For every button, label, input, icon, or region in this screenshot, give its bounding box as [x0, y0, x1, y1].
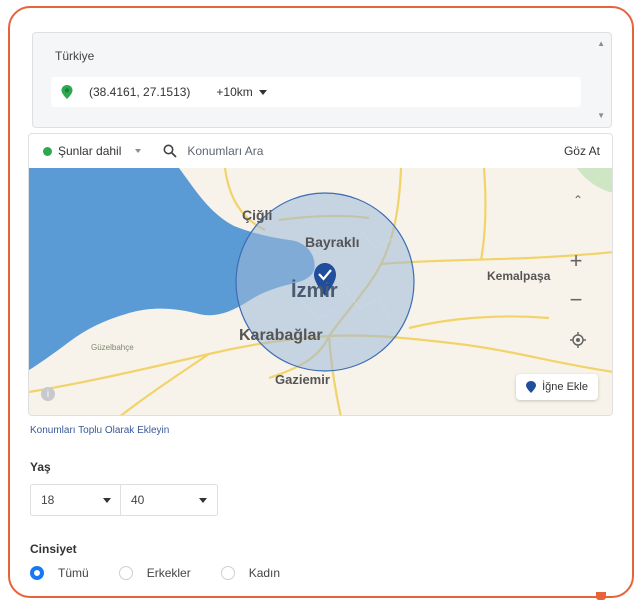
location-pin-icon: [61, 85, 73, 99]
scroll-down-icon[interactable]: ▼: [597, 111, 605, 120]
gender-radio-all[interactable]: [30, 566, 44, 580]
place-label: İzmir: [291, 280, 338, 302]
search-icon: [163, 144, 178, 158]
gender-radio-women[interactable]: [220, 566, 235, 580]
country-label: Türkiye: [55, 49, 95, 63]
location-coordinates: (38.4161, 27.1513): [89, 85, 191, 99]
gender-radio-men[interactable]: [118, 566, 133, 580]
my-location-button[interactable]: [564, 326, 592, 354]
zoom-in-button[interactable]: +: [562, 247, 590, 275]
age-min-dropdown[interactable]: 18: [30, 484, 121, 516]
age-section-title: Yaş: [30, 460, 51, 474]
zoom-out-button[interactable]: −: [562, 286, 590, 314]
gender-section-title: Cinsiyet: [30, 542, 77, 556]
gender-radio-group: Tümü Erkekler Kadın: [30, 566, 310, 580]
scroll-up-icon[interactable]: ▲: [597, 39, 605, 48]
gender-option-label: Erkekler: [146, 566, 191, 580]
map-panel[interactable]: Şunlar dahil Konumları Ara Göz At Çiğli …: [28, 133, 613, 416]
location-search[interactable]: Konumları Ara: [163, 144, 263, 158]
place-label: Kemalpaşa: [487, 269, 551, 283]
location-selection-box: Türkiye ▲ ▼ (38.4161, 27.1513) +10km: [32, 32, 612, 128]
chevron-down-icon: [199, 497, 207, 503]
place-label: Karabağlar: [239, 327, 323, 344]
callout-tail: [596, 592, 606, 600]
map-collapse-button[interactable]: ⌃: [564, 186, 592, 214]
include-label: Şunlar dahil: [58, 144, 122, 158]
drop-pin-button[interactable]: İğne Ekle: [516, 374, 598, 400]
include-dropdown[interactable]: Şunlar dahil: [43, 144, 142, 158]
browse-button[interactable]: Göz At: [564, 144, 600, 158]
info-icon[interactable]: i: [41, 387, 55, 401]
chevron-down-icon: [135, 149, 142, 153]
age-min-value: 18: [41, 493, 55, 507]
age-max-value: 40: [131, 493, 145, 507]
place-label: Gaziemir: [275, 372, 330, 387]
chevron-down-icon: [258, 89, 267, 95]
place-label: Bayraklı: [305, 234, 360, 250]
drop-pin-label: İğne Ekle: [542, 381, 588, 393]
radius-dropdown[interactable]: +10km: [216, 85, 267, 99]
search-input[interactable]: Konumları Ara: [187, 144, 263, 158]
age-max-dropdown[interactable]: 40: [120, 484, 218, 516]
crosshair-icon: [570, 332, 586, 348]
bulk-locations-link[interactable]: Konumları Toplu Olarak Ekleyin: [30, 425, 169, 436]
chevron-down-icon: [103, 497, 111, 503]
gender-option-label: Kadın: [248, 566, 281, 580]
place-label: Çiğli: [242, 207, 273, 223]
pin-icon: [526, 381, 537, 393]
gender-option-label: Tümü: [58, 566, 89, 580]
selected-location-row[interactable]: (38.4161, 27.1513) +10km: [51, 77, 581, 107]
radius-value: +10km: [216, 85, 253, 99]
map-toolbar: Şunlar dahil Konumları Ara Göz At: [29, 134, 612, 168]
place-label: Güzelbahçe: [91, 343, 134, 352]
include-dot-icon: [43, 146, 52, 156]
